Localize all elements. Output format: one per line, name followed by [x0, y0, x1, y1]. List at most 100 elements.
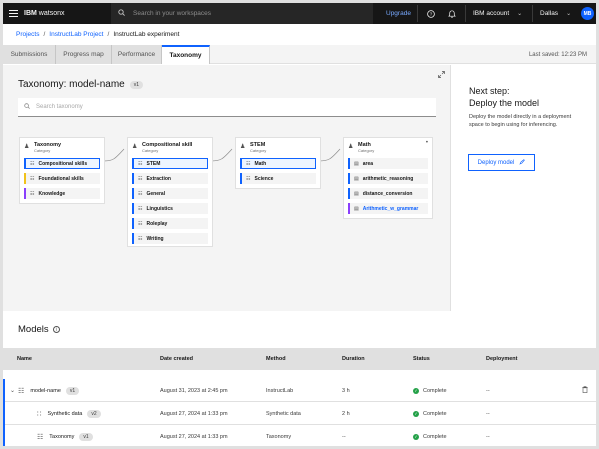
tree-icon: ☷: [138, 205, 143, 212]
taxonomy-node[interactable]: ☷ General: [132, 188, 208, 199]
synthetic-data-icon: ∷: [37, 410, 42, 418]
col-status[interactable]: Status: [413, 348, 430, 370]
row-duration: 3 h: [342, 387, 350, 394]
taxonomy-node[interactable]: ☷ Extraction: [132, 173, 208, 184]
help-icon[interactable]: ?: [423, 3, 439, 24]
taxonomy-card-stem: ♟ STEM Category ☷ Math ☷ Science: [235, 137, 321, 189]
row-date: August 31, 2023 at 2:45 pm: [160, 387, 228, 394]
table-row[interactable]: ⌄ ☷ model-name v1 August 31, 2023 at 2:4…: [3, 379, 596, 402]
hamburger-menu-icon[interactable]: [3, 3, 23, 24]
tree-icon: ☷: [138, 190, 143, 197]
next-step-panel: Next step: Deploy the model Deploy the m…: [452, 65, 596, 311]
taxonomy-node[interactable]: ☷ Compositional skills: [24, 158, 100, 169]
col-method[interactable]: Method: [266, 348, 286, 370]
next-step-title: Next step: Deploy the model: [469, 85, 539, 109]
global-search[interactable]: Search in your workspaces: [111, 3, 373, 24]
region-switcher[interactable]: Dallas ⌄: [540, 3, 571, 24]
taxonomy-node[interactable]: ☷ Writing: [132, 233, 208, 244]
row-name-cell: ∷ Synthetic data v2: [37, 402, 101, 425]
success-check-icon: ✓: [413, 387, 419, 394]
header-divider: [417, 5, 418, 22]
tree-icon: ☷: [138, 235, 143, 242]
next-step-heading: Next step:: [469, 86, 510, 96]
col-deployment[interactable]: Deployment: [486, 348, 517, 370]
row-deployment: --: [486, 433, 490, 440]
deploy-model-button[interactable]: Deploy model: [468, 154, 535, 171]
taxonomy-node[interactable]: ☷ Roleplay: [132, 218, 208, 229]
success-check-icon: ✓: [413, 410, 419, 417]
card-subtitle: Category: [142, 148, 159, 153]
overflow-menu-icon[interactable]: •: [426, 140, 428, 146]
taxonomy-panel: Taxonomy: model-name v1 Search taxonomy …: [3, 65, 451, 311]
tab-submissions[interactable]: Submissions: [3, 45, 56, 64]
taxonomy-card-root: ♟ Taxonomy Category ☷ Compositional skill…: [19, 137, 105, 204]
col-duration[interactable]: Duration: [342, 348, 365, 370]
trash-icon[interactable]: [582, 386, 588, 395]
top-header: IBM watsonx Search in your workspaces Up…: [3, 3, 596, 24]
svg-text:?: ?: [430, 11, 433, 16]
doc-icon: ▤: [354, 205, 359, 212]
row-name[interactable]: model-name: [30, 388, 61, 394]
upgrade-link[interactable]: Upgrade: [386, 3, 411, 24]
doc-icon: ▤: [354, 160, 359, 167]
col-name[interactable]: Name: [17, 348, 32, 370]
taxonomy-node[interactable]: ▤ area: [348, 158, 428, 169]
row-date: August 27, 2024 at 1:33 pm: [160, 410, 228, 417]
table-row[interactable]: ∷ Synthetic data v2 August 27, 2024 at 1…: [3, 402, 596, 425]
info-icon[interactable]: i: [52, 326, 60, 333]
breadcrumb-separator: /: [107, 30, 110, 38]
breadcrumb: Projects / InstructLab Project / Instruc…: [16, 28, 179, 40]
tree-icon: ☷: [30, 160, 35, 167]
models-section-title: Models i: [18, 324, 60, 335]
taxonomy-node[interactable]: ☷ Knowledge: [24, 188, 100, 199]
version-tag: v2: [87, 409, 101, 418]
breadcrumb-separator: /: [43, 30, 46, 38]
product-name[interactable]: IBM watsonx: [24, 10, 64, 17]
card-subtitle: Category: [250, 148, 267, 153]
person-icon: ♟: [24, 144, 30, 150]
row-status: ✓ Complete: [413, 410, 447, 417]
tab-progress-map[interactable]: Progress map: [56, 45, 112, 64]
col-date-created[interactable]: Date created: [160, 348, 193, 370]
user-avatar[interactable]: MB: [581, 7, 594, 20]
tab-performance[interactable]: Performance: [112, 45, 162, 64]
taxonomy-node[interactable]: ▤ Arithmetic_w_grammar: [348, 203, 428, 214]
taxonomy-node[interactable]: ▤ distance_conversion: [348, 188, 428, 199]
app-frame: IBM watsonx Search in your workspaces Up…: [3, 3, 596, 446]
next-step-subheading: Deploy the model: [469, 98, 540, 108]
breadcrumb-project[interactable]: InstructLab Project: [49, 31, 103, 38]
notification-bell-icon[interactable]: [444, 3, 460, 24]
header-divider: [532, 5, 533, 22]
chevron-down-icon: ⌄: [517, 11, 523, 17]
version-tag: v1: [79, 432, 93, 441]
chevron-down-icon[interactable]: ⌄: [10, 387, 15, 394]
taxonomy-node[interactable]: ☷ Linguistics: [132, 203, 208, 214]
row-name-cell: ⌄ ☷ model-name v1: [10, 379, 80, 402]
row-deployment: --: [486, 410, 490, 417]
row-name[interactable]: Taxonomy: [49, 434, 74, 440]
account-switcher[interactable]: IBM account ⌄: [473, 3, 522, 24]
row-name-cell: ☷ Taxonomy v1: [37, 425, 93, 446]
version-tag: v1: [65, 386, 80, 395]
taxonomy-node[interactable]: ☷ Foundational skills: [24, 173, 100, 184]
taxonomy-node[interactable]: ☷ Math: [240, 158, 316, 169]
taxonomy-node[interactable]: ▤ arithmetic_reasoning: [348, 173, 428, 184]
last-saved-text: Last saved: 12:23 PM: [528, 51, 587, 58]
rocket-icon: [519, 158, 526, 167]
taxonomy-node[interactable]: ☷ STEM: [132, 158, 208, 169]
person-icon: ♟: [240, 144, 246, 150]
taxonomy-card-math: ♟ Math Category • ▤ area ▤ arithmetic_reas…: [343, 137, 433, 219]
tree-icon: ☷: [30, 190, 35, 197]
breadcrumb-projects[interactable]: Projects: [16, 31, 39, 38]
model-icon: ☷: [18, 387, 25, 395]
tree-icon: ☷: [246, 175, 251, 182]
doc-icon: ▤: [354, 175, 359, 182]
row-method: InstructLab: [266, 387, 294, 394]
tab-taxonomy[interactable]: Taxonomy: [162, 45, 210, 64]
deploy-model-label: Deploy model: [477, 159, 515, 166]
table-row[interactable]: ☷ Taxonomy v1 August 27, 2024 at 1:33 pm…: [3, 425, 596, 446]
tree-icon: ☷: [37, 433, 44, 441]
tree-icon: ☷: [138, 160, 143, 167]
row-name[interactable]: Synthetic data: [47, 411, 82, 417]
taxonomy-node[interactable]: ☷ Science: [240, 173, 316, 184]
